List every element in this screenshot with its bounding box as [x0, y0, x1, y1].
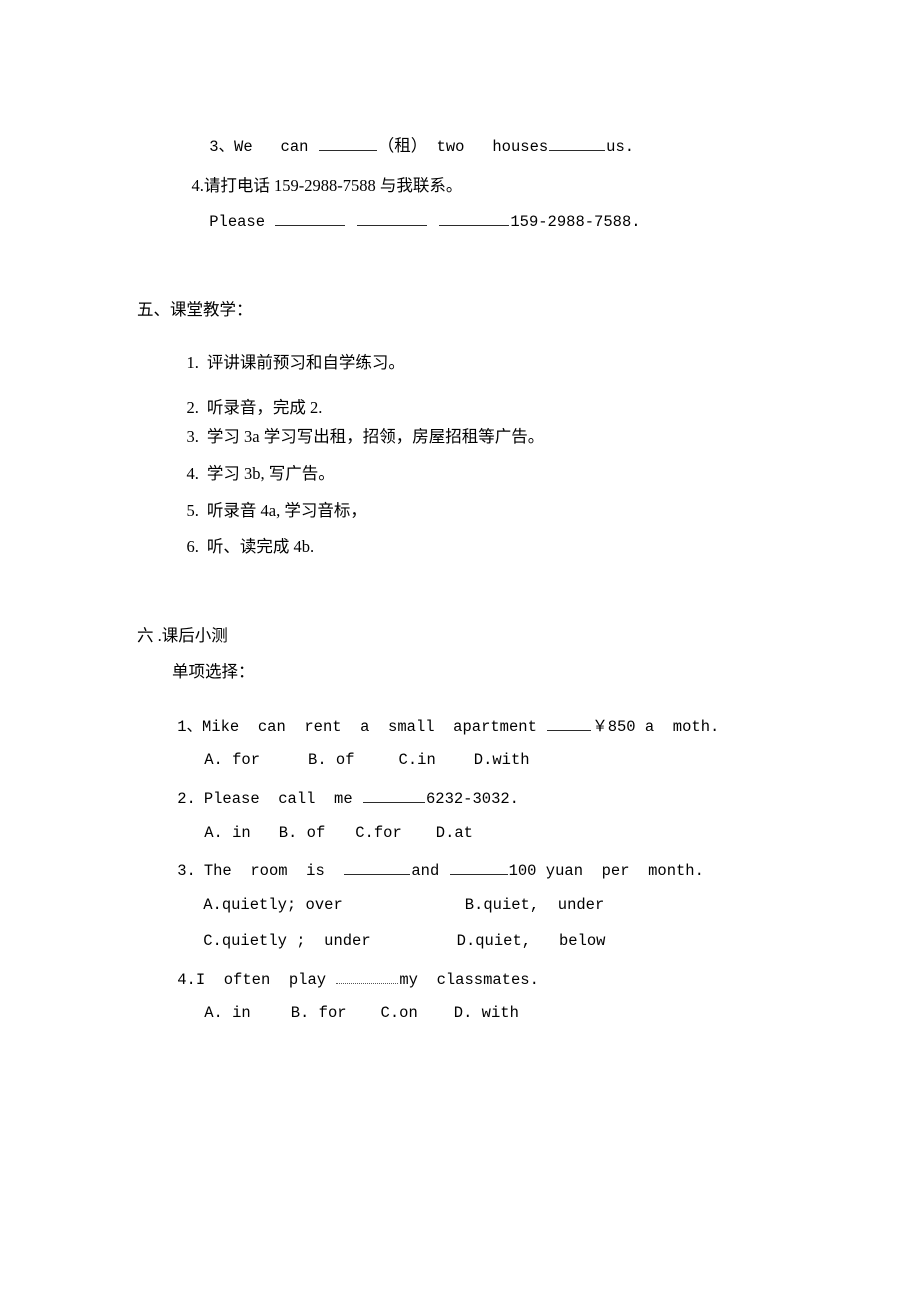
question-1-option-d[interactable]: D.with [474, 751, 530, 769]
question-3-number: 3. [177, 861, 196, 880]
question-4-stem-before: I often play [195, 970, 336, 989]
question-2-option-a[interactable]: A. in [204, 824, 251, 842]
exercise-item-4-text: 请打电话 159-2988-7588 与我联系。 [203, 175, 463, 195]
exercise-item-3-hint: （租） [377, 135, 428, 155]
section-five-item-1-number: 1. [186, 352, 199, 372]
question-1-blank [547, 717, 592, 731]
section-five-item-3-number: 3. [186, 426, 199, 446]
question-1-option-b[interactable]: B. of [308, 751, 355, 769]
question-2-stem-after: 6232-3032. [425, 789, 519, 808]
section-five-item-4-text: 学习 3b, 写广告。 [206, 463, 335, 483]
question-1-option-c[interactable]: C.in [399, 751, 436, 769]
question-2-option-d[interactable]: D.at [436, 824, 473, 842]
question-4-option-c[interactable]: C.on [381, 1004, 418, 1022]
question-3-option-d[interactable]: D.quiet, below [457, 932, 606, 950]
section-five-item-4-number: 4. [186, 463, 199, 483]
question-2-number: 2. [177, 789, 196, 808]
document-page: 3、We can （租） two houses us. 4.请打电话 159-29… [0, 0, 920, 1302]
answer-blank-1 [275, 212, 346, 226]
exercise-item-3-text-end: us. [606, 137, 635, 156]
exercise-item-3-blank-2 [549, 137, 606, 151]
question-1-number: 1、 [177, 717, 203, 736]
question-3-option-a[interactable]: A.quietly; over [203, 896, 343, 914]
section-five-item-5-number: 5. [186, 500, 199, 520]
question-3-stem-after: 100 yuan per month. [508, 861, 704, 880]
question-1-option-a[interactable]: A. for [204, 751, 260, 769]
question-1-stem-before: Mike can rent a small apartment [202, 717, 547, 736]
question-2-option-b[interactable]: B. of [279, 824, 326, 842]
section-five-item-6: 6. 听、读完成 4b. [170, 522, 315, 572]
question-4-blank [336, 970, 399, 984]
section-six-subheading: 单项选择： [172, 662, 255, 681]
exercise-item-3-blank-1 [318, 137, 377, 151]
question-4-number: 4. [177, 970, 196, 989]
answer-blank-3 [439, 212, 510, 226]
exercise-item-3-number: 3、 [209, 137, 235, 156]
exercise-item-3-text-mid: two houses [427, 137, 549, 156]
section-five-item-5-text: 听录音 4a, 学习音标， [206, 500, 367, 520]
section-five-item-3-text: 学习 3a 学习写出租，招领，房屋招租等广告。 [206, 426, 545, 446]
section-five-item-1-text: 评讲课前预习和自学练习。 [206, 352, 405, 372]
section-five-item-6-number: 6. [186, 536, 199, 556]
question-4-option-b[interactable]: B. for [291, 1004, 347, 1022]
question-4-stem-after: my classmates. [399, 970, 539, 989]
question-3-stem-before: The room is [203, 861, 344, 880]
question-4-options: A. in B. for C.on D. with [167, 990, 519, 1037]
question-3-option-c[interactable]: C.quietly ; under [203, 932, 370, 950]
exercise-item-4-answer-line: Please 159-2988-7588. [172, 196, 641, 246]
answer-tail: 159-2988-7588. [510, 212, 641, 231]
question-4-option-d[interactable]: D. with [454, 1004, 519, 1022]
question-4-option-a[interactable]: A. in [204, 1004, 251, 1022]
question-3-blank-2 [449, 861, 508, 875]
question-2-option-c[interactable]: C.for [355, 824, 402, 842]
question-3-blank-1 [344, 861, 411, 875]
section-five-item-6-text: 听、读完成 4b. [206, 536, 315, 556]
section-five-heading: 五、课堂教学： [137, 300, 253, 319]
exercise-item-3-text-before: We can [234, 137, 318, 156]
section-six-heading: 六 .课后小测 [137, 626, 228, 645]
question-2-stem-before: Please call me [203, 789, 362, 808]
section-five-item-1: 1. 评讲课前预习和自学练习。 [170, 338, 405, 388]
answer-lead: Please [209, 212, 275, 231]
question-3-stem-mid: and [411, 861, 449, 880]
answer-blank-2 [357, 212, 428, 226]
question-2-blank [362, 789, 425, 803]
exercise-item-4-number: 4. [191, 175, 204, 195]
question-3-option-b[interactable]: B.quiet, under [465, 896, 605, 914]
question-1-stem-after: ￥850 a moth. [592, 717, 720, 736]
